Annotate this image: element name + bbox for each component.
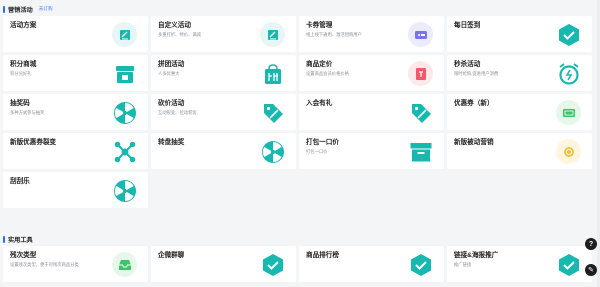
section-title: 实用工具 xyxy=(8,236,33,244)
card-daily-signin[interactable]: 每日签到 xyxy=(447,16,592,52)
card-coupon-new[interactable]: 优惠券（新） xyxy=(447,94,592,130)
card-bargain[interactable]: 砍价活动 互动裂变、拉动新客 xyxy=(151,94,296,130)
card-desc: 线上线下通用、激活团购用户 xyxy=(306,32,362,37)
price-tag-icon xyxy=(408,61,433,86)
edit-icon: ✎ xyxy=(588,267,594,274)
card-desc: 设置残次类型，便于对残次商品分类 xyxy=(10,262,79,267)
card-custom-activity[interactable]: 自定义活动 多重打折、特价、满减 xyxy=(151,16,296,52)
edit-button[interactable]: ✎ xyxy=(585,264,597,276)
card-desc: 积分兑好礼 xyxy=(10,71,32,76)
order-link[interactable]: 去订购 xyxy=(39,6,53,12)
check-badge-icon xyxy=(408,252,433,277)
edit-note-icon xyxy=(112,22,137,47)
card-lottery-code[interactable]: 抽奖码 多种方式参与抽奖 xyxy=(3,94,148,130)
card-wheel-lottery[interactable]: 转盘抽奖 xyxy=(151,133,296,169)
coupon-icon xyxy=(556,100,581,125)
card-join-gift[interactable]: 入会有礼 xyxy=(299,94,444,130)
card-coupon-fission[interactable]: 新版优惠券裂变 xyxy=(3,133,148,169)
card-flash-sale[interactable]: 秒杀活动 限时抢购,促进用户消费 xyxy=(447,55,592,91)
card-coupon-management[interactable]: 卡券管理 线上线下通用、激活团购用户 xyxy=(299,16,444,52)
wheel-icon xyxy=(260,139,285,164)
card-desc: 限时抢购,促进用户消费 xyxy=(454,71,499,76)
card-activity-plan[interactable]: 活动方案 xyxy=(3,16,148,52)
card-desc: 多重打折、特价、满减 xyxy=(158,32,201,37)
card-desc: 推广链接 xyxy=(454,262,472,267)
section-accent-bar xyxy=(3,235,5,243)
inbox-icon xyxy=(112,252,137,277)
card-group-buy[interactable]: 拼团活动 人多优惠大 xyxy=(151,55,296,91)
card-link-poster-promo[interactable]: 链接&海报推广 推广链接 xyxy=(447,246,592,282)
marketing-grid: 活动方案 自定义活动 多重打折、特价、满减 卡券管理 线上线下通用、激活团购用户… xyxy=(3,16,597,208)
card-product-pricing[interactable]: 商品定价 设置商品会员价格价格 xyxy=(299,55,444,91)
check-badge-icon xyxy=(556,22,581,47)
alarm-clock-icon xyxy=(556,61,581,86)
card-passive-marketing[interactable]: 新版被动营销 xyxy=(447,133,592,169)
coin-icon xyxy=(556,139,581,164)
card-wecom-group-chat[interactable]: 企微群聊 xyxy=(151,246,296,282)
help-icon: ? xyxy=(588,240,594,248)
section-accent-bar xyxy=(3,5,5,13)
section-header-tools: 实用工具 xyxy=(3,233,33,245)
card-product-ranking[interactable]: 商品排行榜 xyxy=(299,246,444,282)
section-header-marketing: 营销活动 去订购 xyxy=(3,3,53,15)
help-button[interactable]: ? xyxy=(585,238,597,250)
wheel-icon xyxy=(112,100,137,125)
card-points-mall[interactable]: 积分商城 积分兑好礼 xyxy=(3,55,148,91)
wheel-icon xyxy=(112,178,137,203)
section-title: 营销活动 xyxy=(8,6,33,14)
card-desc: 打包一口价 xyxy=(306,149,328,154)
share-network-icon xyxy=(112,139,137,164)
card-desc: 人多优惠大 xyxy=(158,71,180,76)
check-badge-icon xyxy=(260,252,285,277)
edit-note-icon xyxy=(260,22,285,47)
group-bag-icon xyxy=(260,61,285,86)
check-badge-icon xyxy=(556,252,581,277)
tools-grid: 残次类型 设置残次类型，便于对残次商品分类 企微群聊 商品排行榜 链接&海报推广… xyxy=(3,246,597,282)
tag-percent-icon xyxy=(408,100,433,125)
card-defect-type[interactable]: 残次类型 设置残次类型，便于对残次商品分类 xyxy=(3,246,148,282)
package-box-icon xyxy=(408,139,433,164)
store-icon xyxy=(112,61,137,86)
card-scratch-card[interactable]: 刮刮乐 xyxy=(3,172,148,208)
card-desc: 设置商品会员价格价格 xyxy=(306,71,349,76)
tag-percent-icon xyxy=(260,100,285,125)
card-desc: 互动裂变、拉动新客 xyxy=(158,110,197,115)
card-desc: 多种方式参与抽奖 xyxy=(10,110,45,115)
card-bundle-price[interactable]: 打包一口价 打包一口价 xyxy=(299,133,444,169)
ticket-icon xyxy=(408,22,433,47)
